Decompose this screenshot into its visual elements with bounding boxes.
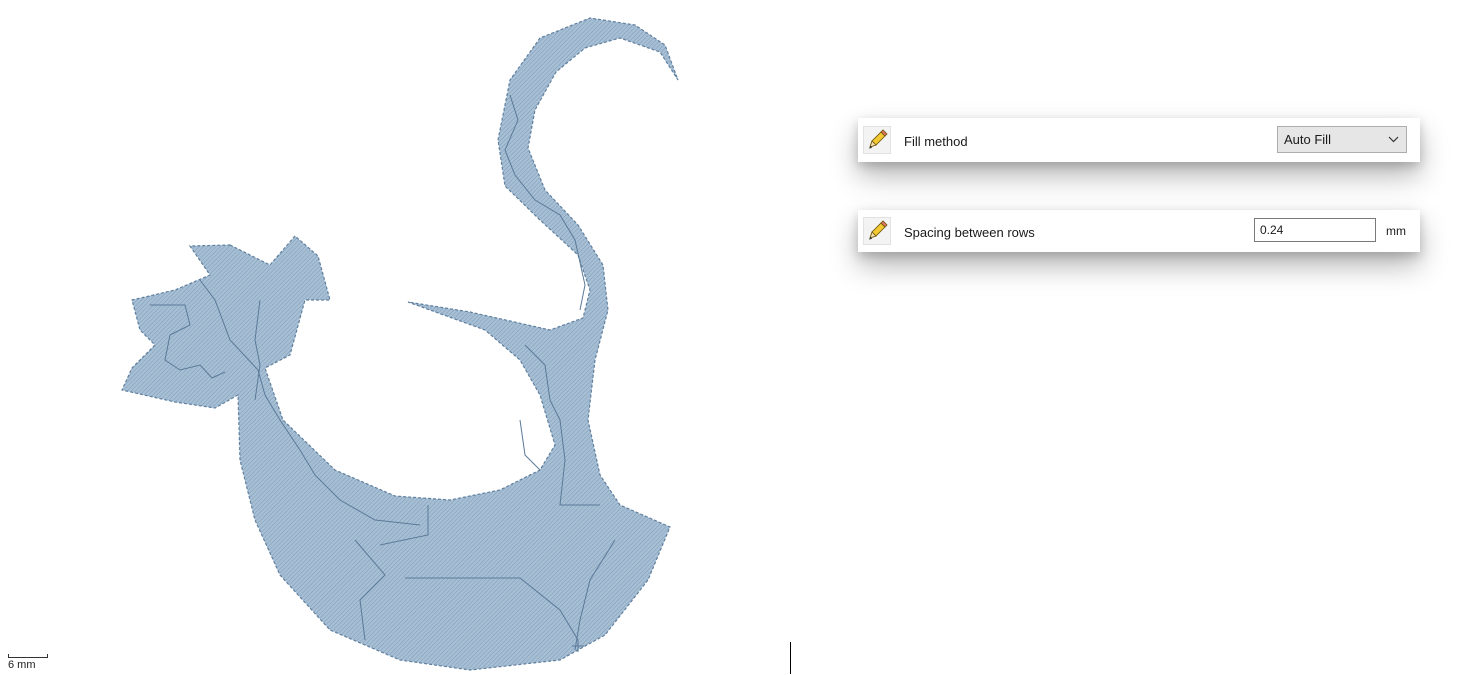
spacing-unit-label: mm bbox=[1386, 224, 1406, 238]
scale-bar-ruler bbox=[8, 654, 48, 658]
fill-method-select[interactable]: Auto Fill bbox=[1277, 126, 1407, 153]
chevron-down-icon bbox=[1387, 134, 1399, 146]
spacing-edit-button[interactable] bbox=[863, 217, 891, 245]
scale-bar-label: 6 mm bbox=[8, 659, 36, 671]
fill-method-label: Fill method bbox=[904, 134, 968, 149]
rooster-design[interactable] bbox=[0, 0, 800, 675]
embroidery-canvas[interactable]: 6 mm bbox=[0, 0, 1458, 675]
text-cursor bbox=[790, 642, 791, 674]
pencil-icon bbox=[869, 129, 888, 149]
spacing-input[interactable] bbox=[1254, 218, 1376, 242]
fill-method-edit-button[interactable] bbox=[863, 126, 891, 154]
spacing-row: Spacing between rows mm bbox=[858, 210, 1420, 252]
fill-method-value: Auto Fill bbox=[1284, 132, 1331, 147]
scale-bar: 6 mm bbox=[7, 650, 49, 674]
spacing-label: Spacing between rows bbox=[904, 225, 1035, 240]
pencil-icon bbox=[869, 220, 888, 240]
fill-method-row: Fill method Auto Fill bbox=[858, 118, 1420, 162]
